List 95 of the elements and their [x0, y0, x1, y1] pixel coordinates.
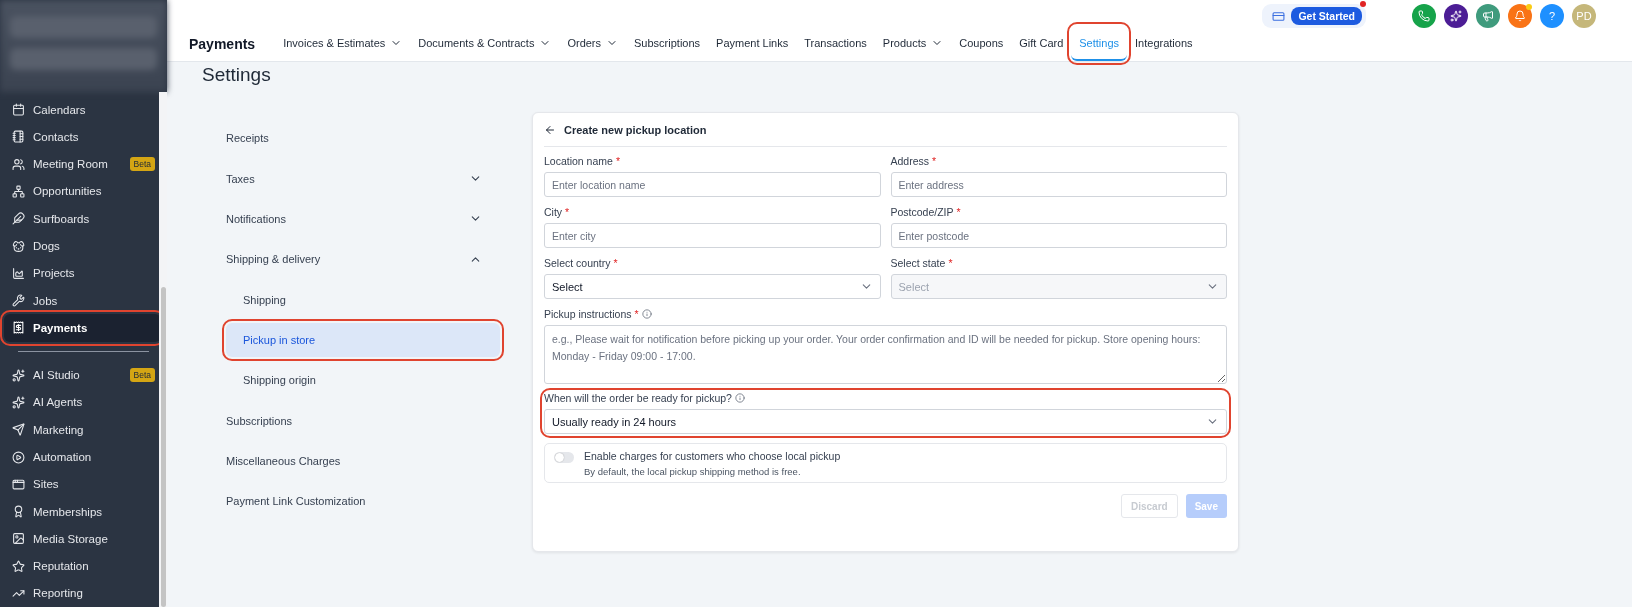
required-mark: * [932, 155, 937, 167]
sidebar-item[interactable]: Sites [4, 470, 161, 498]
sidebar-item[interactable]: Meeting Room Beta [4, 150, 161, 178]
sidebar-item[interactable]: Memberships [4, 497, 161, 526]
select-field[interactable]: Select [544, 274, 881, 299]
beta-badge: Beta [129, 368, 155, 383]
settings-menu-item[interactable]: Shipping & delivery [226, 239, 500, 280]
wrench-icon [12, 294, 25, 308]
sidebar-item[interactable]: Jobs [4, 286, 161, 315]
sparkle-button[interactable] [1444, 4, 1468, 28]
phone-icon [1418, 10, 1430, 22]
scrollbar[interactable] [159, 92, 167, 607]
card-icon [1272, 9, 1286, 23]
required-mark: * [948, 257, 953, 269]
bell-button[interactable] [1508, 4, 1532, 28]
people-icon [12, 157, 25, 171]
select-field[interactable]: Usually ready in 24 hours [544, 409, 1227, 434]
sparkle-icon [12, 368, 25, 382]
sidebar-item[interactable]: AI Agents [4, 388, 161, 417]
required-mark: * [565, 206, 570, 218]
notebook-icon [12, 130, 25, 144]
nav-tab[interactable]: Orders [559, 26, 627, 61]
field-label: Postcode/ZIP [890, 206, 954, 218]
calendar-icon [12, 103, 25, 117]
nav-tab[interactable]: Coupons [951, 26, 1012, 61]
sparkle-icon [12, 395, 25, 409]
sidebar-item[interactable]: Reputation [4, 552, 161, 580]
settings-menu-item[interactable]: Shipping [226, 279, 500, 320]
instructions-field[interactable]: e.g., Please wait for notification before picking up your order. Your order confirmation and ID will be needed for pickup. Store opening hours: Monday - Friday 09:00 - 17:00. [544, 325, 1227, 384]
settings-menu-item[interactable]: Shipping origin [226, 359, 500, 401]
bell-icon [1514, 10, 1526, 22]
sidebar-item[interactable]: Marketing [4, 416, 161, 444]
sparkle-icon [1450, 10, 1462, 22]
nav-tab[interactable]: Documents & Contracts [410, 26, 560, 61]
phone-button[interactable] [1412, 4, 1436, 28]
sidebar-item[interactable]: Opportunities [4, 177, 161, 206]
sidebar-item[interactable]: Reporting [4, 579, 161, 607]
sidebar-item[interactable]: Automation [4, 443, 161, 471]
required-mark: * [613, 257, 618, 269]
settings-menu-item[interactable]: Payment Link Customization [226, 481, 500, 522]
settings-menu-item[interactable]: Subscriptions [226, 400, 500, 441]
section-title: Payments [189, 35, 256, 52]
send-icon [12, 423, 25, 437]
nav-tab[interactable]: Products [874, 26, 952, 61]
field-label: Address [890, 155, 930, 167]
text-field[interactable]: Enter city [544, 223, 881, 248]
nav-tab[interactable]: Transactions [796, 26, 875, 61]
window-icon [12, 477, 25, 491]
nav-tab[interactable]: Payment Links [708, 26, 797, 61]
star-icon [12, 559, 25, 573]
feather-icon [12, 212, 25, 226]
required-mark: * [615, 155, 620, 167]
field-label: Select state [890, 257, 946, 269]
beta-badge: Beta [129, 157, 155, 172]
text-field[interactable]: Enter address [890, 172, 1227, 197]
sidebar-item[interactable]: Surfboards [4, 205, 161, 233]
get-started-button[interactable]: Get Started [1291, 7, 1362, 25]
settings-menu-item[interactable]: Taxes [226, 158, 500, 199]
dog-icon [12, 239, 25, 253]
play-icon [12, 450, 25, 464]
sidebar-item[interactable]: Dogs [4, 232, 161, 260]
field-label: Location name [544, 155, 613, 167]
award-icon [12, 505, 25, 519]
chart-icon [12, 266, 25, 280]
required-mark: * [634, 308, 639, 320]
toggle-switch[interactable] [554, 452, 574, 463]
sidebar-item[interactable]: Contacts [4, 123, 161, 151]
back-arrow-icon[interactable] [544, 123, 556, 136]
sidebar-item[interactable]: Projects [4, 259, 161, 287]
settings-menu-item[interactable]: Miscellaneous Charges [226, 440, 500, 482]
toggle-label: Enable charges for customers who choose local pickup [584, 450, 841, 462]
network-icon [12, 185, 25, 198]
settings-menu-item[interactable]: Notifications [226, 198, 500, 240]
field-label: Pickup instructions [544, 308, 632, 320]
nav-tab[interactable]: Subscriptions [626, 26, 709, 61]
megaphone-button[interactable] [1476, 4, 1500, 28]
megaphone-icon [1482, 10, 1494, 22]
receipt-icon [12, 321, 25, 335]
page-title: Settings [202, 64, 272, 87]
sidebar-item[interactable]: Calendars [4, 96, 161, 124]
nav-tab[interactable]: Invoices & Estimates [275, 26, 411, 61]
text-field[interactable]: Enter postcode [890, 223, 1227, 248]
required-mark: * [956, 206, 961, 218]
form-title: Create new pickup location [564, 123, 707, 136]
settings-menu-item[interactable]: Receipts [226, 118, 500, 159]
sidebar-item[interactable]: AI Studio Beta [4, 361, 161, 389]
nav-tab[interactable]: Gift Card [1011, 26, 1072, 61]
field-label: When will the order be ready for pickup? [544, 392, 732, 404]
field-label: City [544, 206, 563, 218]
nav-tab[interactable]: Integrations [1127, 26, 1201, 61]
toggle-description: By default, the local pickup shipping method is free. [584, 466, 802, 477]
sidebar-item[interactable]: Media Storage [4, 525, 161, 553]
field-label: Select country [544, 257, 611, 269]
text-field[interactable]: Enter location name [544, 172, 881, 197]
image-icon [12, 532, 25, 546]
